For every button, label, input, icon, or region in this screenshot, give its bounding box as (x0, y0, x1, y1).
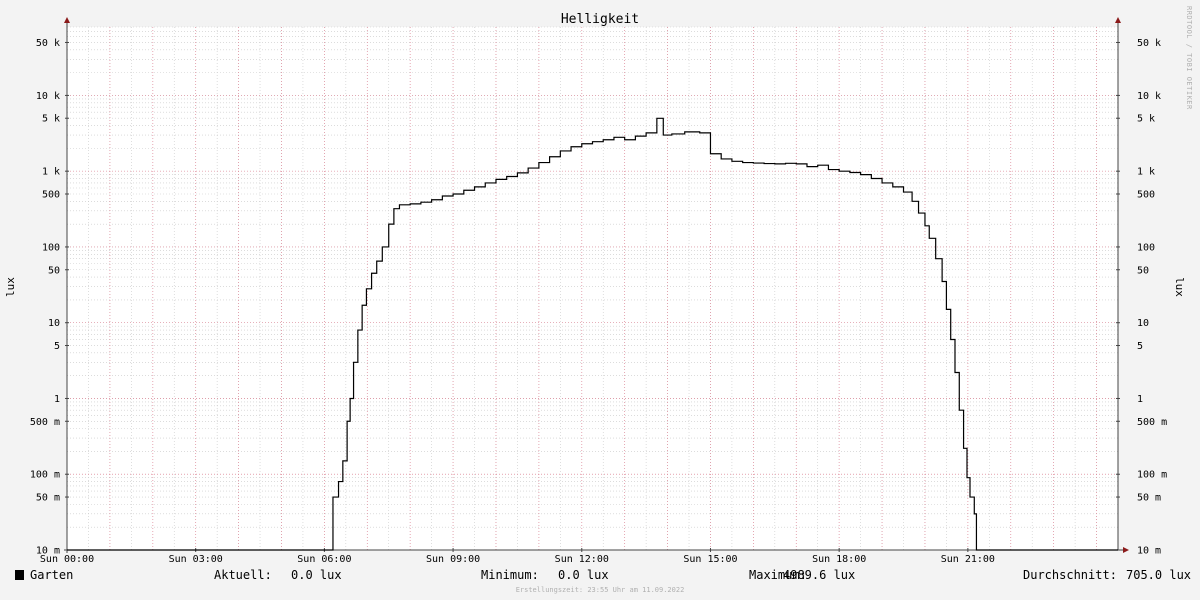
y-tick-label-right: 50 m (1137, 493, 1161, 504)
y-tick-label: 500 m (30, 417, 60, 428)
x-tick-label: Sun 15:00 (683, 554, 737, 565)
y-tick-label-right: 500 m (1137, 417, 1167, 428)
y-tick-label-right: 100 m (1137, 470, 1167, 481)
stat-min-label: Minimum: (481, 568, 539, 582)
chart-canvas: 50 k 10 k 5 k 1 k 500 100 50 10 5 1 500 m 100 m 50 m… (0, 0, 1200, 600)
x-tick-label: Sun 21:00 (941, 554, 995, 565)
stat-max-value: 4989.6 lux (783, 568, 855, 582)
y-tick-label: 500 (42, 189, 60, 200)
chart-title: Helligkeit (561, 12, 639, 27)
creation-time-footer: Erstellungszeit: 23:55 Uhr am 11.09.2022 (516, 586, 685, 594)
x-tick-label: Sun 03:00 (169, 554, 223, 565)
x-tick-label: Sun 18:00 (812, 554, 866, 565)
y-tick-label: 100 m (30, 470, 60, 481)
y-tick-label-right: 100 (1137, 242, 1155, 253)
y-tick-label: 1 k (42, 167, 60, 178)
legend-label-garten: Garten (30, 568, 73, 582)
x-tick-label: Sun 00:00 (40, 554, 94, 565)
x-tick-label: Sun 12:00 (555, 554, 609, 565)
y-tick-label-right: 50 (1137, 265, 1149, 276)
legend-swatch-garten (15, 570, 24, 580)
y-tick-label-right: 50 k (1137, 38, 1161, 49)
stat-current-label: Aktuell: (214, 568, 272, 582)
plot-area (67, 27, 1118, 550)
watermark: RRDTOOL / TOBI OETIKER (1185, 6, 1193, 110)
y-tick-label-right: 5 (1137, 341, 1143, 352)
y-tick-label-right: 500 (1137, 189, 1155, 200)
stat-current-value: 0.0 lux (291, 568, 342, 582)
y-tick-label: 10 (48, 318, 60, 329)
y-tick-label-right: 10 k (1137, 91, 1161, 102)
y-tick-label: 10 k (36, 91, 60, 102)
y-tick-label: 50 (48, 265, 60, 276)
y-tick-label: 1 (54, 394, 60, 405)
x-tick-label: Sun 09:00 (426, 554, 480, 565)
y-tick-label: 5 (54, 341, 60, 352)
stat-min-value: 0.0 lux (558, 568, 609, 582)
y-tick-label-right: 1 (1137, 394, 1143, 405)
y-tick-label: 50 k (36, 38, 60, 49)
y-axis-label-left: lux (4, 277, 17, 297)
y-tick-label: 5 k (42, 114, 60, 125)
y-tick-label-right: 5 k (1137, 114, 1155, 125)
x-tick-label: Sun 06:00 (297, 554, 351, 565)
y-tick-label-right: 10 (1137, 318, 1149, 329)
stat-avg-label: Durchschnitt: (1023, 568, 1117, 582)
y-tick-label-right: 10 m (1137, 546, 1161, 557)
y-tick-label: 50 m (36, 493, 60, 504)
y-tick-label-right: 1 k (1137, 167, 1155, 178)
stat-avg-value: 705.0 lux (1126, 568, 1191, 582)
y-tick-label: 100 (42, 242, 60, 253)
y-axis-label-right: lux (1173, 277, 1186, 297)
